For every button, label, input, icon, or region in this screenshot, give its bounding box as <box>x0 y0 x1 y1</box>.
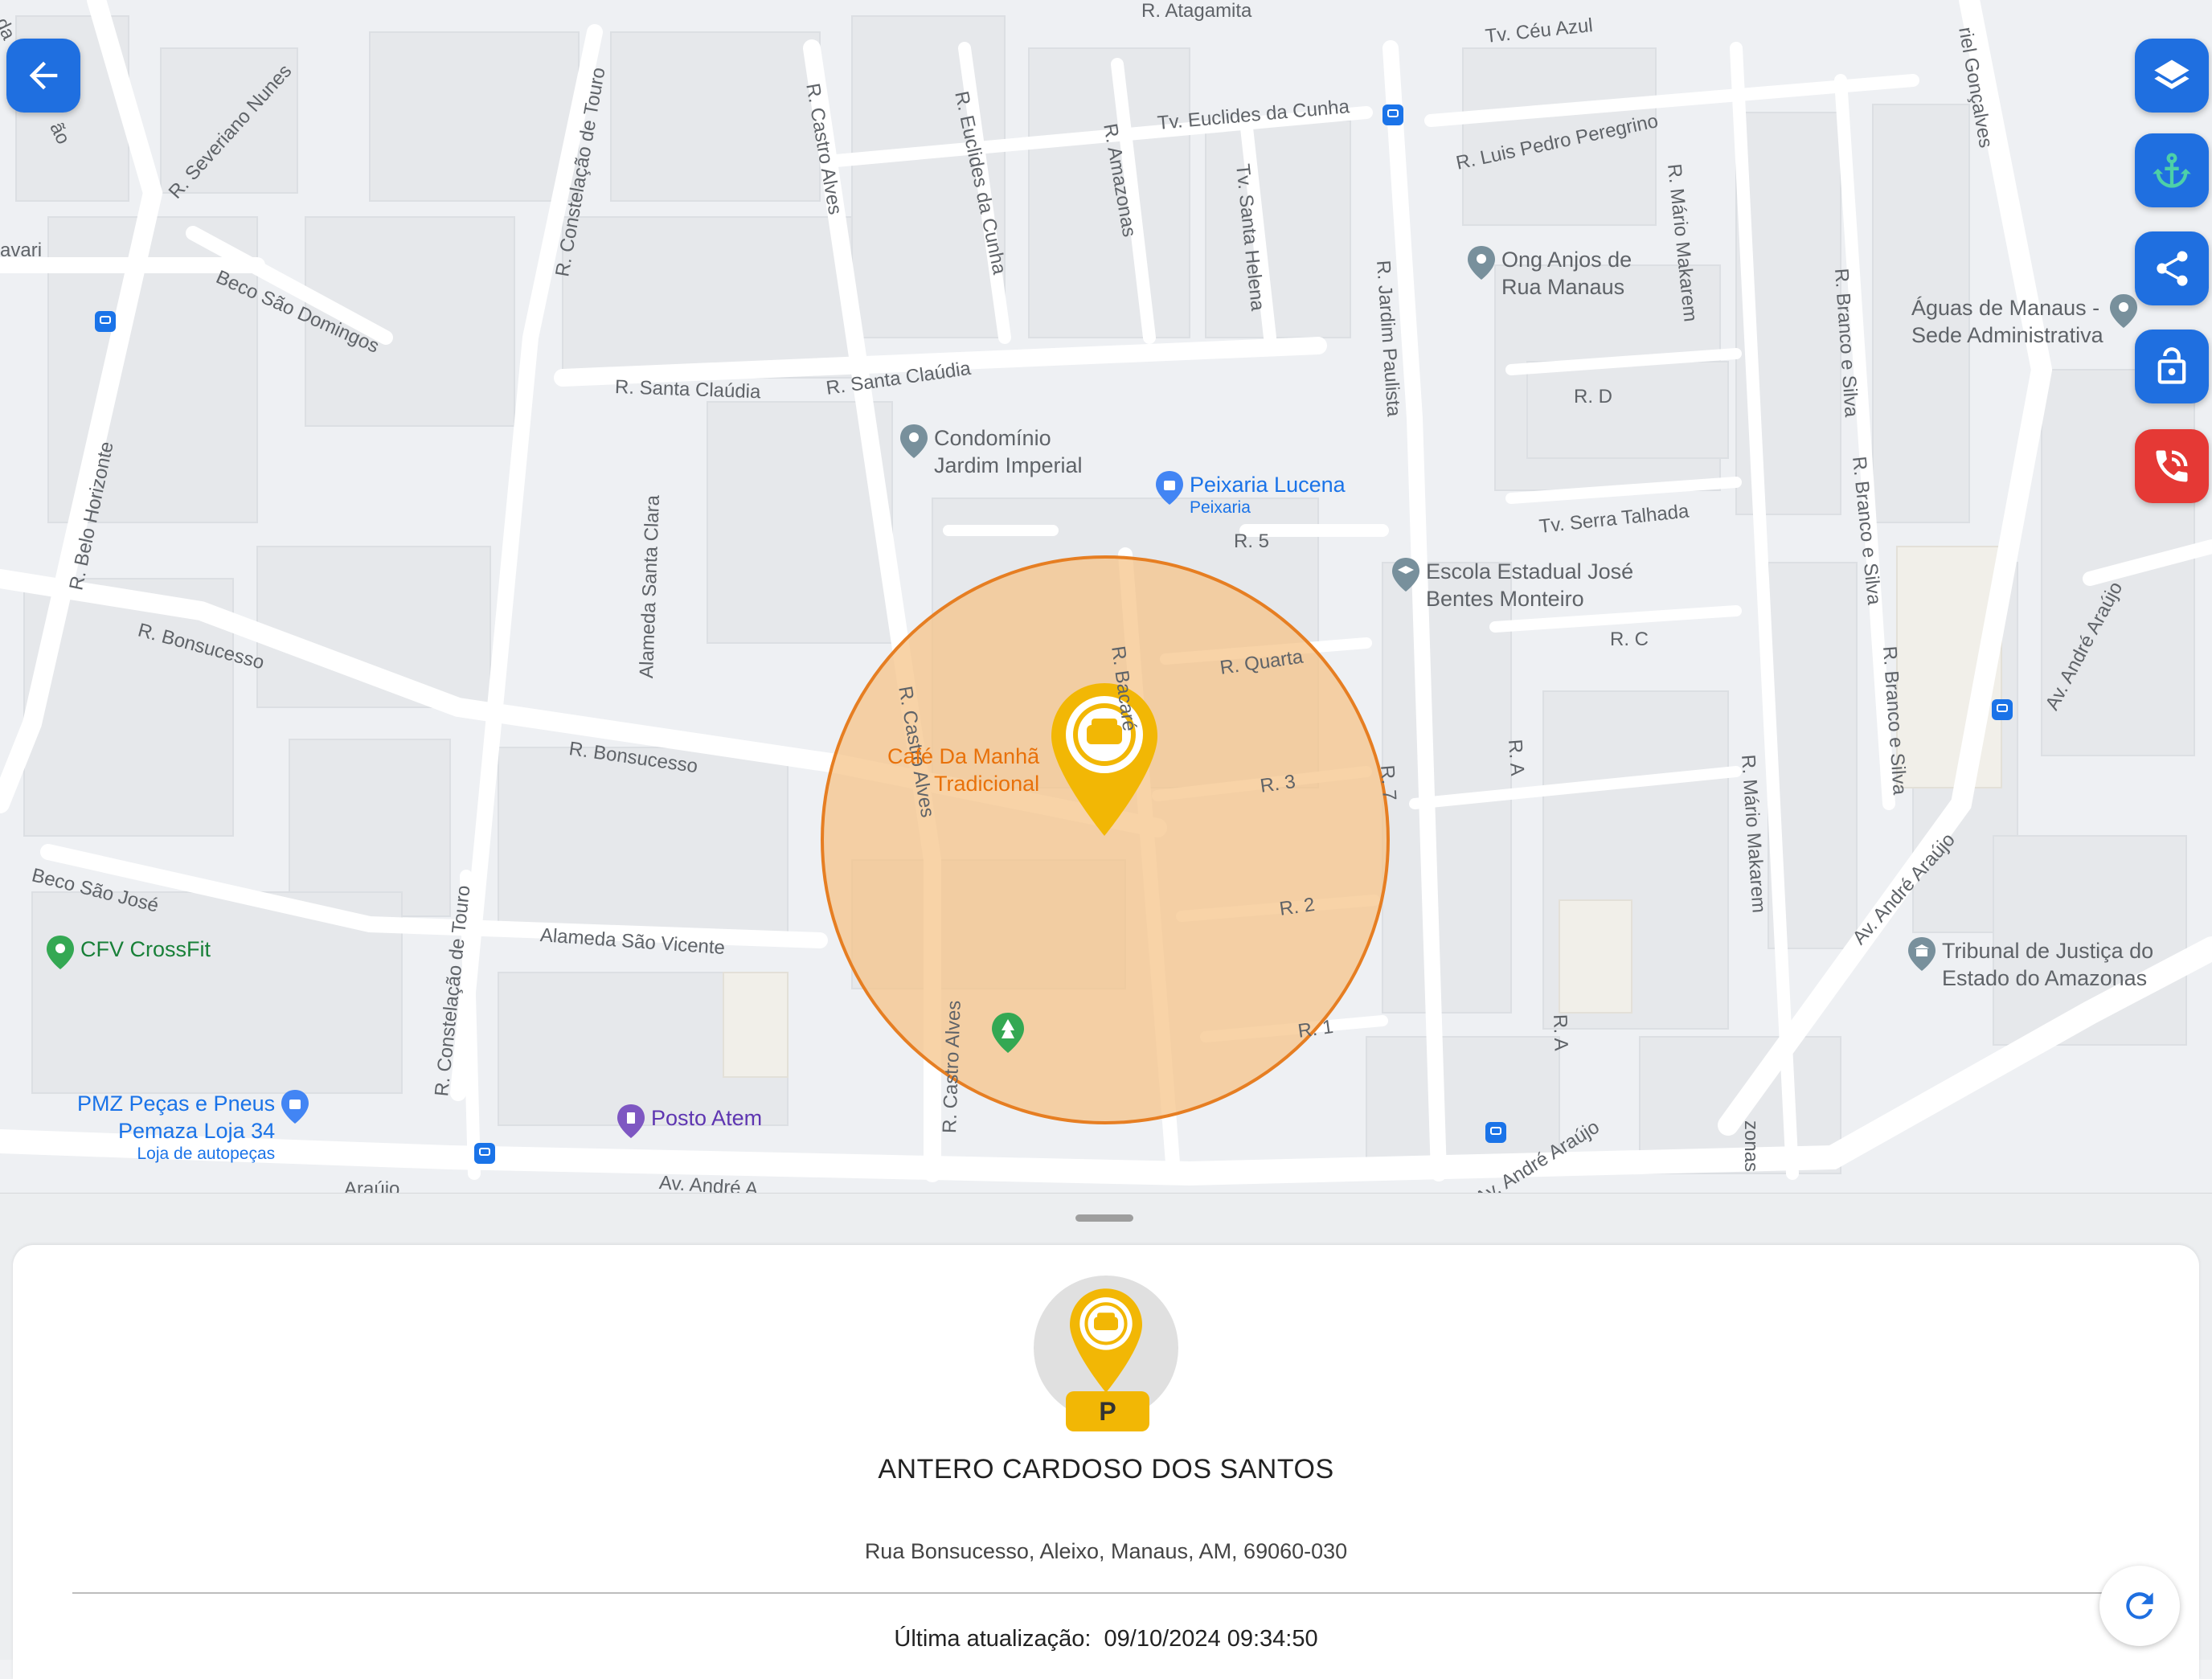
poi-label: PMZ Peças e Pneus Pemaza Loja 34 <box>77 1091 276 1143</box>
layers-button[interactable] <box>2135 39 2209 113</box>
bottom-sheet: P ANTERO CARDOSO DOS SANTOS Rua Bonsuces… <box>0 1193 2212 1679</box>
poi-condominio[interactable]: Condomínio Jardim Imperial <box>900 424 1083 479</box>
poi-label: CFV CrossFit <box>80 937 211 961</box>
street-label: R. A <box>1504 739 1529 777</box>
poi-crossfit[interactable]: CFV CrossFit <box>47 936 211 969</box>
street-label: avari <box>0 240 43 261</box>
shopping-bag-pin-icon <box>1156 471 1183 505</box>
poi-label: Condomínio Jardim Imperial <box>934 426 1083 477</box>
vehicle-driver-name: ANTERO CARDOSO DOS SANTOS <box>878 1454 1334 1484</box>
vehicle-card: P ANTERO CARDOSO DOS SANTOS Rua Bonsuces… <box>13 1245 2199 1679</box>
street-label: zonas <box>1740 1120 1762 1173</box>
poi-sublabel: Loja de autopeças <box>137 1145 276 1163</box>
refresh-button[interactable] <box>2099 1566 2180 1646</box>
street-label: R. D <box>1574 386 1612 407</box>
poi-ong[interactable]: Ong Anjos de Rua Manaus <box>1468 246 1632 301</box>
lock-button[interactable] <box>2135 330 2209 403</box>
drag-handle[interactable] <box>1075 1214 1133 1222</box>
back-button[interactable] <box>6 39 80 113</box>
school-pin-icon <box>1392 558 1419 592</box>
poi-label: Ong Anjos de Rua Manaus <box>1501 248 1632 299</box>
arrow-left-icon <box>29 61 58 90</box>
bus-stop-icon <box>1485 1122 1506 1143</box>
bus-stop-icon <box>1992 699 2013 720</box>
map-pin-icon <box>900 424 928 458</box>
poi-label: Peixaria Lucena <box>1190 473 1346 497</box>
poi-escola[interactable]: Escola Estadual José Bentes Monteiro <box>1392 558 1633 612</box>
poi-peixaria[interactable]: Peixaria Lucena Peixaria <box>1156 471 1346 518</box>
map-pin-icon <box>1468 246 1495 280</box>
fuel-pin-icon <box>617 1104 645 1138</box>
street-label: R. Castro Alves <box>939 1000 965 1134</box>
poi-label: Escola Estadual José Bentes Monteiro <box>1426 559 1634 611</box>
bus-stop-icon <box>95 311 116 332</box>
poi-posto[interactable]: Posto Atem <box>617 1104 762 1138</box>
poi-aguas[interactable]: Águas de Manaus - Sede Administrativa <box>1911 294 2137 349</box>
poi-label: Café Da Manhã Tradicional <box>887 744 1040 796</box>
refresh-icon <box>2126 1592 2153 1620</box>
last-update-text: Última atualização: 09/10/2024 09:34:50 <box>894 1626 1318 1652</box>
poi-label: Águas de Manaus - Sede Administrativa <box>1911 296 2103 347</box>
bus-stop-icon <box>1382 104 1403 125</box>
anchor-button[interactable] <box>2135 133 2209 207</box>
map-pin-icon <box>2109 294 2137 328</box>
street-label: R. 5 <box>1234 530 1270 552</box>
poi-tribunal[interactable]: Tribunal de Justiça do Estado do Amazona… <box>1908 937 2153 992</box>
street-label: R. C <box>1610 629 1649 650</box>
status-badge: P <box>1066 1391 1149 1431</box>
poi-label: Tribunal de Justiça do Estado do Amazona… <box>1942 939 2154 990</box>
divider <box>72 1592 2136 1594</box>
call-button[interactable] <box>2135 429 2209 503</box>
poi-cafe[interactable]: Café Da Manhã Tradicional <box>887 743 1039 797</box>
anchor-icon <box>2153 153 2191 188</box>
share-button[interactable] <box>2135 231 2209 305</box>
phone-call-icon <box>2156 450 2188 482</box>
poi-pmz[interactable]: PMZ Peças e Pneus Pemaza Loja 34 Loja de… <box>77 1090 309 1164</box>
map-view[interactable]: R. Severiano Nunes R. Constelação de Tou… <box>0 0 2212 1198</box>
share-icon <box>2157 251 2188 286</box>
courthouse-pin-icon <box>1908 937 1936 971</box>
gym-pin-icon <box>47 936 74 969</box>
street-label: R. A <box>1549 1014 1572 1051</box>
lock-open-icon <box>2157 347 2186 384</box>
vehicle-marker-icon <box>1070 1288 1142 1393</box>
shopping-bag-pin-icon <box>281 1090 309 1124</box>
poi-label: Posto Atem <box>651 1106 763 1130</box>
street-label: R. 7 <box>1376 764 1401 801</box>
layers-icon <box>2154 59 2189 89</box>
bus-stop-icon <box>474 1143 495 1164</box>
street-label: R. Atagamita <box>1141 0 1252 22</box>
poi-sublabel: Peixaria <box>1190 498 1251 517</box>
vehicle-address: Rua Bonsucesso, Aleixo, Manaus, AM, 6906… <box>864 1539 1348 1563</box>
